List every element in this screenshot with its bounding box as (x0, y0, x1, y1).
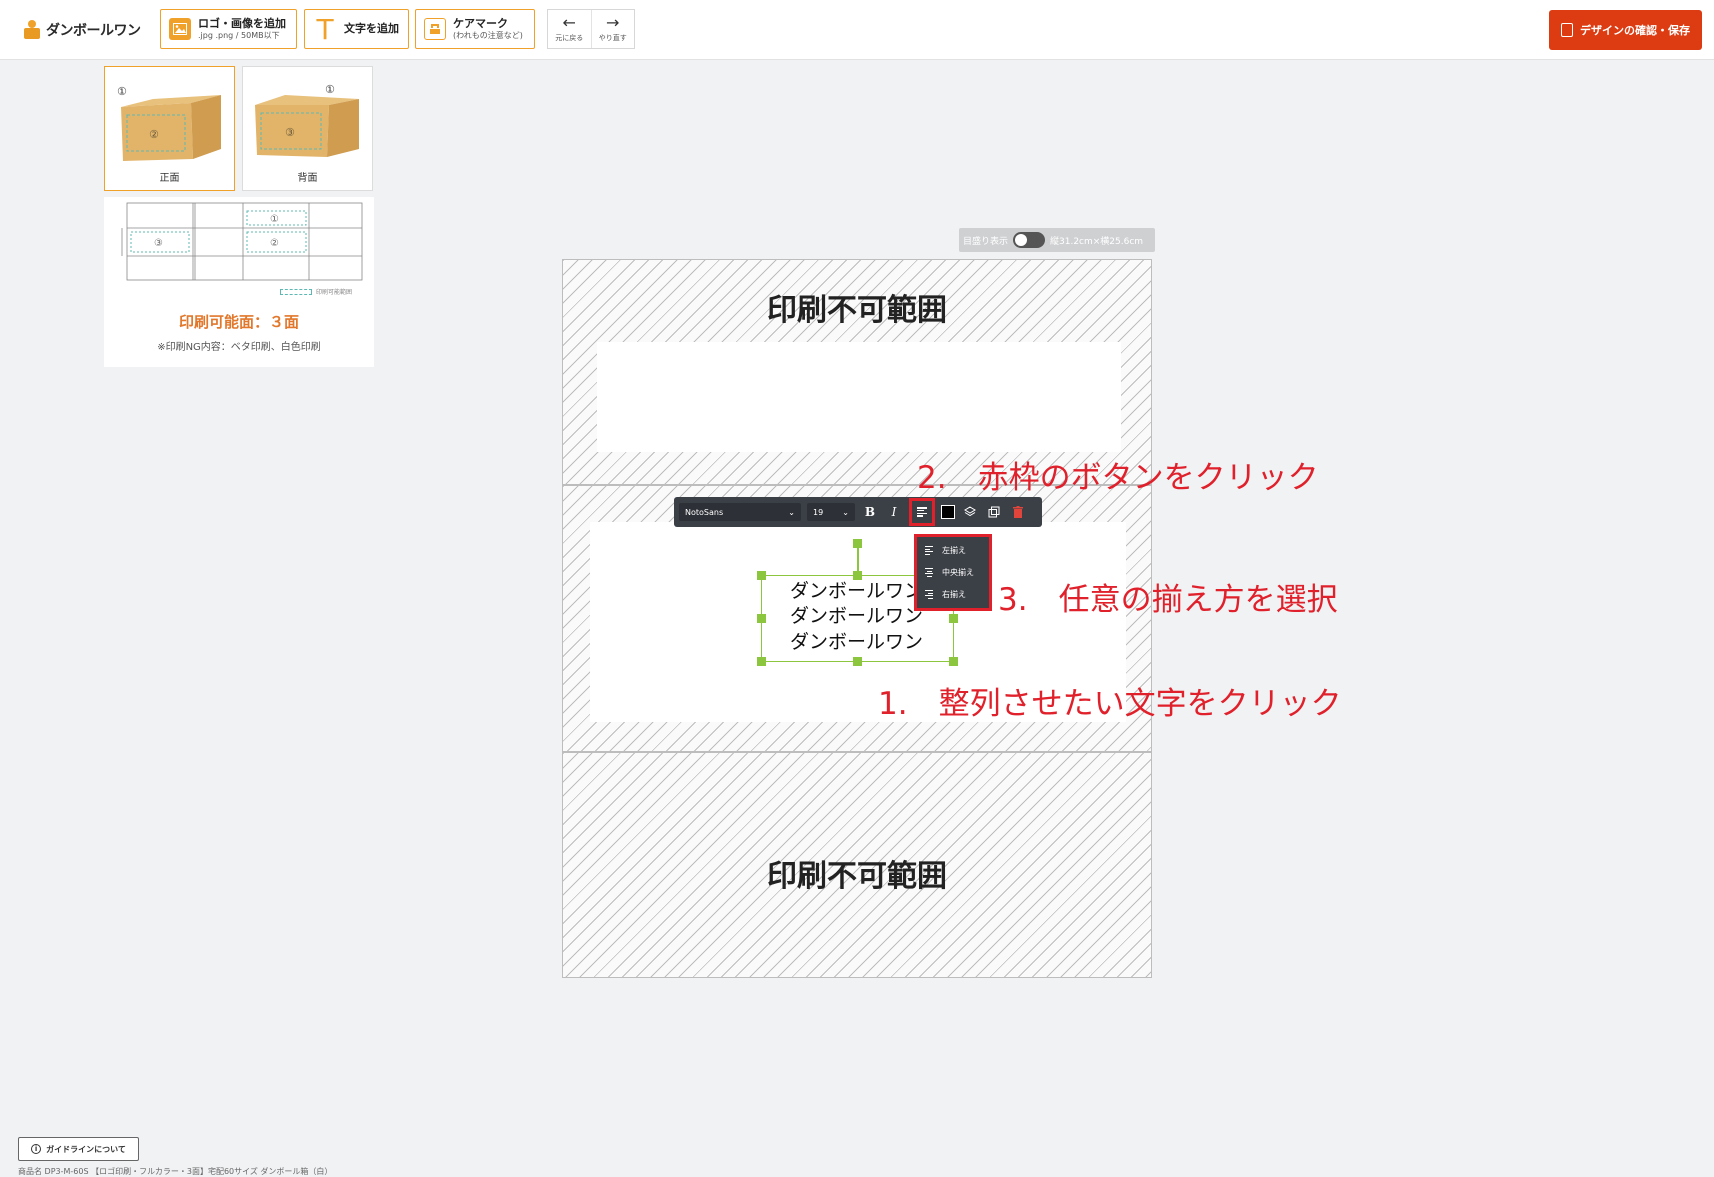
ng-note: ※印刷NG内容：ベタ印刷、白色印刷 (157, 342, 321, 353)
align-right-label: 右揃え (942, 590, 966, 599)
logo-text: ダンボールワン (46, 23, 141, 39)
top-flap-area (597, 342, 1121, 452)
align-left-label: 左揃え (942, 546, 966, 555)
printable-legend: 印刷可能範囲 (280, 287, 352, 296)
align-button[interactable] (909, 498, 935, 526)
resize-handle-sw[interactable] (757, 657, 766, 666)
guideline-label: ガイドラインについて (46, 1144, 126, 1154)
align-right-option[interactable]: 右揃え (925, 589, 966, 600)
rotate-handle[interactable] (853, 539, 862, 548)
align-dropdown: 左揃え 中央揃え 右揃え (914, 534, 992, 611)
side-thumb-back[interactable]: ① ③ 背面 (242, 66, 373, 191)
text-line: ダンボールワン (790, 605, 924, 627)
align-left-option[interactable]: 左揃え (925, 545, 966, 556)
add-image-button[interactable]: ロゴ・画像を追加 .jpg .png / 50MB以下 (160, 9, 297, 49)
svg-text:②: ② (270, 238, 279, 249)
align-left-icon (917, 507, 927, 517)
image-icon (169, 18, 191, 40)
app-header: ダンボールワン ロゴ・画像を追加 .jpg .png / 50MB以下 T 文字… (0, 0, 1714, 60)
resize-handle-nw[interactable] (757, 571, 766, 580)
no-print-label-bottom: 印刷不可範囲 (767, 859, 947, 894)
add-text-button[interactable]: T 文字を追加 (304, 9, 409, 49)
care-mark-label: ケアマーク (453, 17, 508, 31)
info-icon: i (31, 1144, 42, 1154)
chevron-down-icon: ⌄ (788, 507, 795, 517)
text-t-icon: T (316, 12, 334, 46)
resize-handle-e[interactable] (949, 614, 958, 623)
align-center-label: 中央揃え (942, 568, 974, 577)
no-print-zone-bottom: 印刷不可範囲 (562, 752, 1152, 978)
svg-text:①: ① (325, 83, 335, 96)
ruler-label: 目盛り表示 (963, 236, 1009, 247)
add-text-label: 文字を追加 (344, 21, 399, 35)
document-check-icon (1561, 23, 1573, 37)
redo-label: やり直す (598, 33, 627, 42)
bold-button[interactable]: B (861, 502, 879, 522)
svg-text:③: ③ (154, 238, 163, 249)
italic-button[interactable]: I (885, 502, 903, 522)
undo-label: 元に戻る (555, 33, 584, 42)
duplicate-icon[interactable] (985, 502, 1003, 522)
align-center-option[interactable]: 中央揃え (925, 567, 974, 578)
redo-button[interactable]: → やり直す (590, 10, 635, 48)
layers-icon[interactable] (961, 502, 979, 522)
save-design-button[interactable]: デザインの確認・保存 (1549, 10, 1702, 50)
save-label: デザインの確認・保存 (1580, 24, 1690, 37)
font-family-select[interactable]: NotoSans ⌄ (679, 503, 801, 521)
align-center-icon (925, 567, 933, 578)
svg-text:②: ② (149, 128, 159, 141)
printable-info-panel: ① ③ ② 印刷可能範囲 印刷可能面：３面 ※印刷NG内容：ベタ印刷、白色印刷 (104, 197, 374, 367)
text-color-button[interactable] (941, 505, 955, 519)
chevron-down-icon: ⌄ (842, 507, 849, 517)
add-image-label: ロゴ・画像を追加 (198, 17, 286, 31)
guideline-button[interactable]: i ガイドラインについて (18, 1137, 139, 1161)
care-mark-icon (424, 18, 446, 40)
font-size-value: 19 (813, 507, 824, 517)
ruler-toggle[interactable] (1013, 232, 1046, 248)
legend-label: 印刷可能範囲 (316, 289, 353, 296)
svg-text:③: ③ (285, 126, 295, 139)
no-print-label-top: 印刷不可範囲 (767, 293, 947, 328)
box-net-diagram: ① ③ ② (121, 202, 363, 281)
dimensions-label: 縦31.2cm×横25.6cm (1050, 236, 1144, 247)
add-image-sub: .jpg .png / 50MB以下 (198, 30, 280, 40)
trash-icon[interactable] (1009, 502, 1027, 522)
side-label-back: 背面 (297, 173, 318, 184)
arrow-left-icon: ← (562, 12, 576, 32)
align-right-icon (925, 589, 933, 600)
font-family-value: NotoSans (685, 507, 724, 517)
arrow-right-icon: → (606, 12, 620, 32)
svg-text:①: ① (117, 85, 127, 98)
annotation-step1: 1. 整列させたい文字をクリック (878, 686, 1342, 722)
legend-swatch (280, 288, 312, 295)
align-left-icon (925, 545, 933, 556)
side-label-front: 正面 (159, 173, 180, 184)
text-line: ダンボールワン (790, 580, 924, 602)
resize-handle-s[interactable] (853, 657, 862, 666)
history-group: ← 元に戻る → やり直す (547, 9, 635, 49)
care-mark-button[interactable]: ケアマーク (われもの注意など) (415, 9, 535, 49)
care-mark-sub: (われもの注意など) (453, 30, 523, 40)
resize-handle-w[interactable] (757, 614, 766, 623)
logo[interactable]: ダンボールワン (22, 17, 141, 43)
logo-mascot-icon (22, 20, 42, 40)
svg-text:①: ① (270, 214, 279, 225)
side-thumb-front[interactable]: ① ② 正面 (104, 66, 235, 191)
annotation-step2: 2. 赤枠のボタンをクリック (917, 460, 1319, 496)
font-size-select[interactable]: 19 ⌄ (807, 503, 855, 521)
undo-button[interactable]: ← 元に戻る (548, 10, 591, 48)
printable-title: 印刷可能面：３面 (178, 313, 299, 331)
text-line: ダンボールワン (790, 631, 924, 653)
resize-handle-se[interactable] (949, 657, 958, 666)
resize-handle-n[interactable] (853, 571, 862, 580)
product-name: 商品名 DP3-M-60S 【ロゴ印刷・フルカラー・3面】宅配60サイズ ダンボ… (18, 1167, 333, 1176)
box-back-illustration: ① ③ (255, 83, 359, 157)
box-front-illustration: ① ② (117, 85, 221, 161)
annotation-step3: 3. 任意の揃え方を選択 (998, 582, 1338, 618)
ruler-toggle-bar: 目盛り表示 縦31.2cm×横25.6cm (959, 228, 1155, 252)
text-format-toolbar: NotoSans ⌄ 19 ⌄ B I (674, 497, 1042, 527)
